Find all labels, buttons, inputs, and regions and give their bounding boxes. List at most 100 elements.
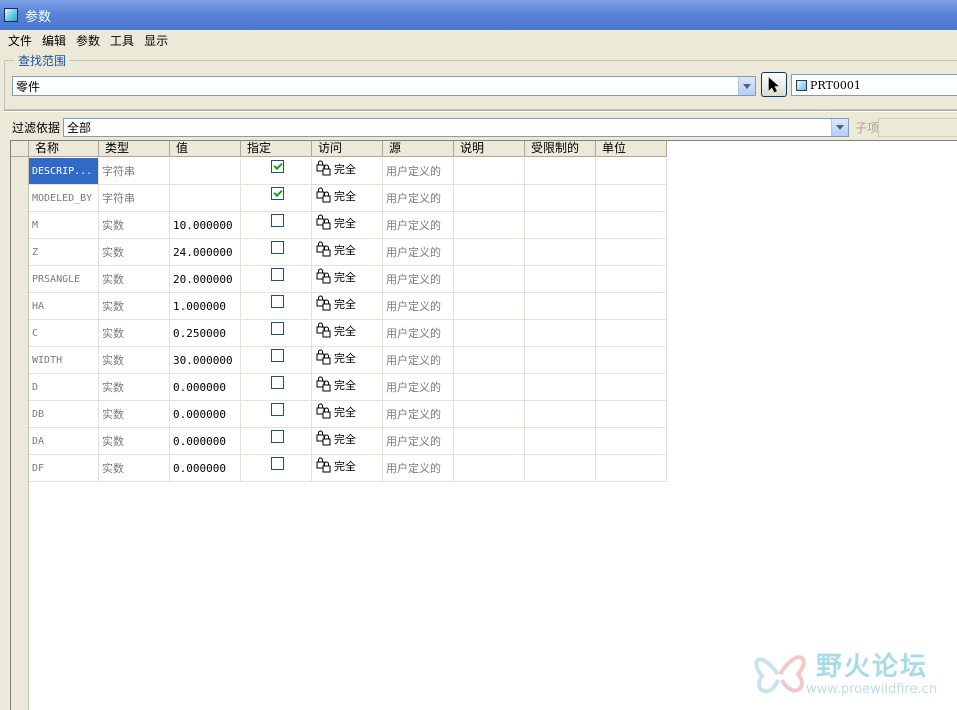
table-row[interactable]: C 实数 0.250000 完全 用户定义的 <box>29 320 667 347</box>
cell-unit[interactable] <box>596 212 667 239</box>
cell-type[interactable]: 实数 <box>99 401 170 428</box>
cell-description[interactable] <box>454 401 525 428</box>
cell-restricted[interactable] <box>525 293 596 320</box>
cell-access[interactable]: 完全 <box>312 374 383 401</box>
cell-unit[interactable] <box>596 455 667 482</box>
cell-restricted[interactable] <box>525 185 596 212</box>
designate-checkbox[interactable] <box>271 214 284 227</box>
column-header-type[interactable]: 类型 <box>99 141 170 157</box>
table-row[interactable]: Z 实数 24.000000 完全 用户定义的 <box>29 239 667 266</box>
cell-source[interactable]: 用户定义的 <box>383 266 454 293</box>
designate-checkbox[interactable] <box>271 187 284 200</box>
cell-value[interactable]: 0.000000 <box>170 428 241 455</box>
designate-checkbox[interactable] <box>271 241 284 254</box>
cell-description[interactable] <box>454 347 525 374</box>
cell-name[interactable]: WIDTH <box>29 347 99 374</box>
table-row[interactable]: DESCRIP... 字符串 完全 用户定义的 <box>29 158 667 185</box>
menu-parameters[interactable]: 参数 <box>72 32 106 49</box>
table-row[interactable]: DF 实数 0.000000 完全 用户定义的 <box>29 455 667 482</box>
menu-show[interactable]: 显示 <box>140 32 174 49</box>
filter-dropdown[interactable]: 全部 <box>63 118 849 137</box>
cell-restricted[interactable] <box>525 374 596 401</box>
cell-name[interactable]: DESCRIP... <box>29 158 99 185</box>
cell-type[interactable]: 实数 <box>99 347 170 374</box>
cell-value[interactable]: 30.000000 <box>170 347 241 374</box>
cell-restricted[interactable] <box>525 428 596 455</box>
cell-type[interactable]: 字符串 <box>99 185 170 212</box>
cell-restricted[interactable] <box>525 239 596 266</box>
cell-source[interactable]: 用户定义的 <box>383 401 454 428</box>
cell-source[interactable]: 用户定义的 <box>383 455 454 482</box>
cell-description[interactable] <box>454 320 525 347</box>
cell-name[interactable]: M <box>29 212 99 239</box>
cell-restricted[interactable] <box>525 347 596 374</box>
menu-edit[interactable]: 编辑 <box>38 32 72 49</box>
scope-dropdown[interactable]: 零件 <box>12 76 756 96</box>
column-header-designate[interactable]: 指定 <box>241 141 312 157</box>
cell-value[interactable]: 0.000000 <box>170 401 241 428</box>
cell-unit[interactable] <box>596 347 667 374</box>
cell-description[interactable] <box>454 239 525 266</box>
cell-type[interactable]: 实数 <box>99 455 170 482</box>
cell-description[interactable] <box>454 293 525 320</box>
cell-source[interactable]: 用户定义的 <box>383 428 454 455</box>
cell-access[interactable]: 完全 <box>312 455 383 482</box>
cell-name[interactable]: PRSANGLE <box>29 266 99 293</box>
menu-file[interactable]: 文件 <box>4 32 38 49</box>
table-row[interactable]: HA 实数 1.000000 完全 用户定义的 <box>29 293 667 320</box>
designate-checkbox[interactable] <box>271 430 284 443</box>
cell-access[interactable]: 完全 <box>312 212 383 239</box>
cell-access[interactable]: 完全 <box>312 401 383 428</box>
cell-source[interactable]: 用户定义的 <box>383 374 454 401</box>
cell-source[interactable]: 用户定义的 <box>383 185 454 212</box>
select-model-button[interactable] <box>761 72 787 97</box>
cell-restricted[interactable] <box>525 455 596 482</box>
table-row[interactable]: WIDTH 实数 30.000000 完全 用户定义的 <box>29 347 667 374</box>
cell-name[interactable]: MODELED_BY <box>29 185 99 212</box>
cell-type[interactable]: 实数 <box>99 428 170 455</box>
designate-checkbox[interactable] <box>271 268 284 281</box>
cell-restricted[interactable] <box>525 158 596 185</box>
column-header-source[interactable]: 源 <box>383 141 454 157</box>
designate-checkbox[interactable] <box>271 403 284 416</box>
cell-unit[interactable] <box>596 320 667 347</box>
cell-value[interactable]: 10.000000 <box>170 212 241 239</box>
column-header-description[interactable]: 说明 <box>454 141 525 157</box>
cell-restricted[interactable] <box>525 212 596 239</box>
designate-checkbox[interactable] <box>271 376 284 389</box>
column-header-restricted[interactable]: 受限制的 <box>525 141 596 157</box>
column-header-name[interactable]: 名称 <box>29 141 99 157</box>
chevron-down-icon[interactable] <box>738 77 755 95</box>
cell-value[interactable] <box>170 158 241 185</box>
cell-source[interactable]: 用户定义的 <box>383 239 454 266</box>
cell-restricted[interactable] <box>525 401 596 428</box>
designate-checkbox[interactable] <box>271 295 284 308</box>
cell-unit[interactable] <box>596 239 667 266</box>
cell-source[interactable]: 用户定义的 <box>383 320 454 347</box>
cell-value[interactable] <box>170 185 241 212</box>
cell-access[interactable]: 完全 <box>312 347 383 374</box>
cell-description[interactable] <box>454 158 525 185</box>
cell-name[interactable]: Z <box>29 239 99 266</box>
designate-checkbox[interactable] <box>271 349 284 362</box>
cell-description[interactable] <box>454 266 525 293</box>
cell-type[interactable]: 实数 <box>99 374 170 401</box>
cell-source[interactable]: 用户定义的 <box>383 158 454 185</box>
cell-description[interactable] <box>454 428 525 455</box>
cell-value[interactable]: 1.000000 <box>170 293 241 320</box>
cell-unit[interactable] <box>596 158 667 185</box>
cell-name[interactable]: C <box>29 320 99 347</box>
cell-unit[interactable] <box>596 185 667 212</box>
cell-type[interactable]: 实数 <box>99 320 170 347</box>
cell-unit[interactable] <box>596 428 667 455</box>
cell-restricted[interactable] <box>525 266 596 293</box>
table-row[interactable]: DB 实数 0.000000 完全 用户定义的 <box>29 401 667 428</box>
cell-type[interactable]: 实数 <box>99 266 170 293</box>
cell-unit[interactable] <box>596 293 667 320</box>
column-header-access[interactable]: 访问 <box>312 141 383 157</box>
cell-restricted[interactable] <box>525 320 596 347</box>
cell-access[interactable]: 完全 <box>312 239 383 266</box>
cell-name[interactable]: DF <box>29 455 99 482</box>
cell-unit[interactable] <box>596 266 667 293</box>
cell-access[interactable]: 完全 <box>312 185 383 212</box>
